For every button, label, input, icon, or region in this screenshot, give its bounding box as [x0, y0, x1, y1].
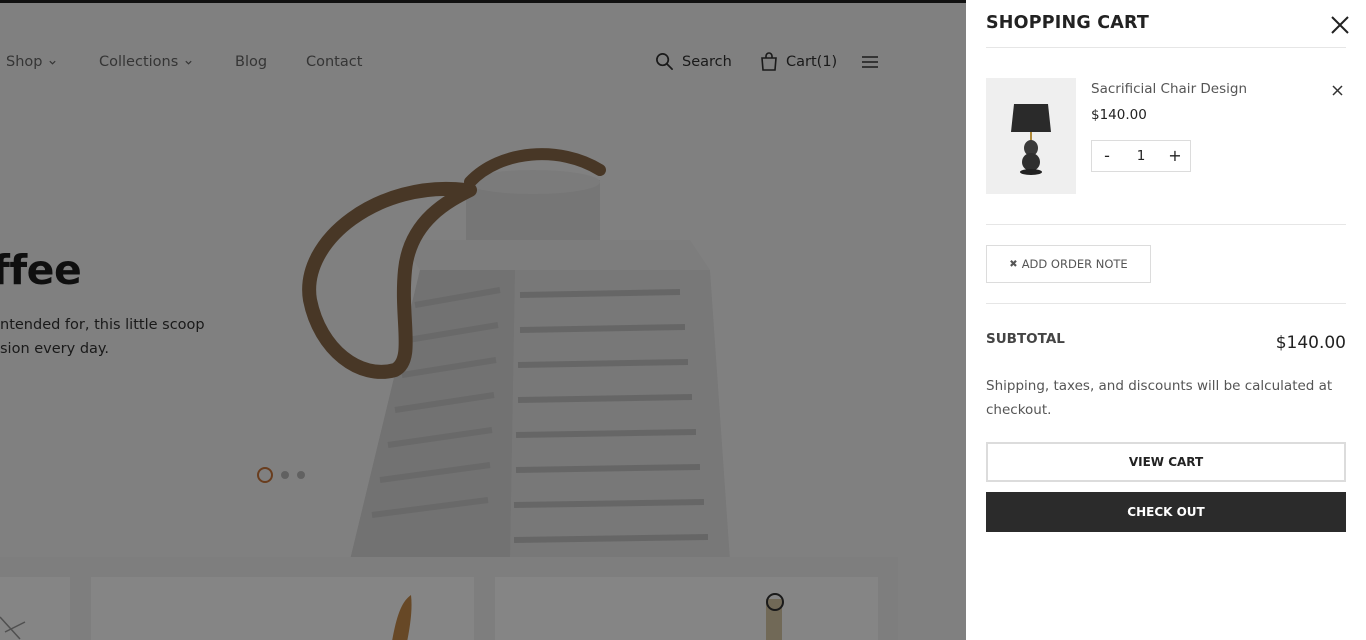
cart-item-thumbnail[interactable] [986, 78, 1076, 194]
modal-backdrop[interactable] [0, 0, 966, 640]
add-order-note-button[interactable]: ✖ ADD ORDER NOTE [986, 245, 1151, 283]
cart-item-price: $140.00 [1091, 107, 1147, 123]
quantity-input[interactable]: 1 [1122, 141, 1160, 171]
cart-title: SHOPPING CART [986, 13, 1150, 33]
lamp-product-image [1011, 104, 1051, 175]
cart-drawer: SHOPPING CART Sacrificial Chair Design $… [966, 0, 1366, 640]
add-order-note-label: ADD ORDER NOTE [1021, 257, 1128, 271]
view-cart-button[interactable]: VIEW CART [986, 442, 1346, 482]
close-icon[interactable] [1330, 15, 1350, 35]
divider [986, 303, 1346, 304]
divider [986, 47, 1346, 48]
divider [986, 224, 1346, 225]
subtotal-value: $140.00 [1275, 333, 1346, 353]
quantity-stepper: - 1 + [1091, 140, 1191, 172]
close-icon: ✖ [1009, 258, 1018, 270]
remove-item-icon[interactable] [1331, 84, 1344, 97]
shipping-note: Shipping, taxes, and discounts will be c… [986, 378, 1333, 418]
quantity-increase-button[interactable]: + [1160, 141, 1190, 171]
quantity-decrease-button[interactable]: - [1092, 141, 1122, 171]
checkout-button[interactable]: CHECK OUT [986, 492, 1346, 532]
subtotal-label: SUBTOTAL [986, 331, 1065, 347]
cart-item-name[interactable]: Sacrificial Chair Design [1091, 81, 1247, 97]
